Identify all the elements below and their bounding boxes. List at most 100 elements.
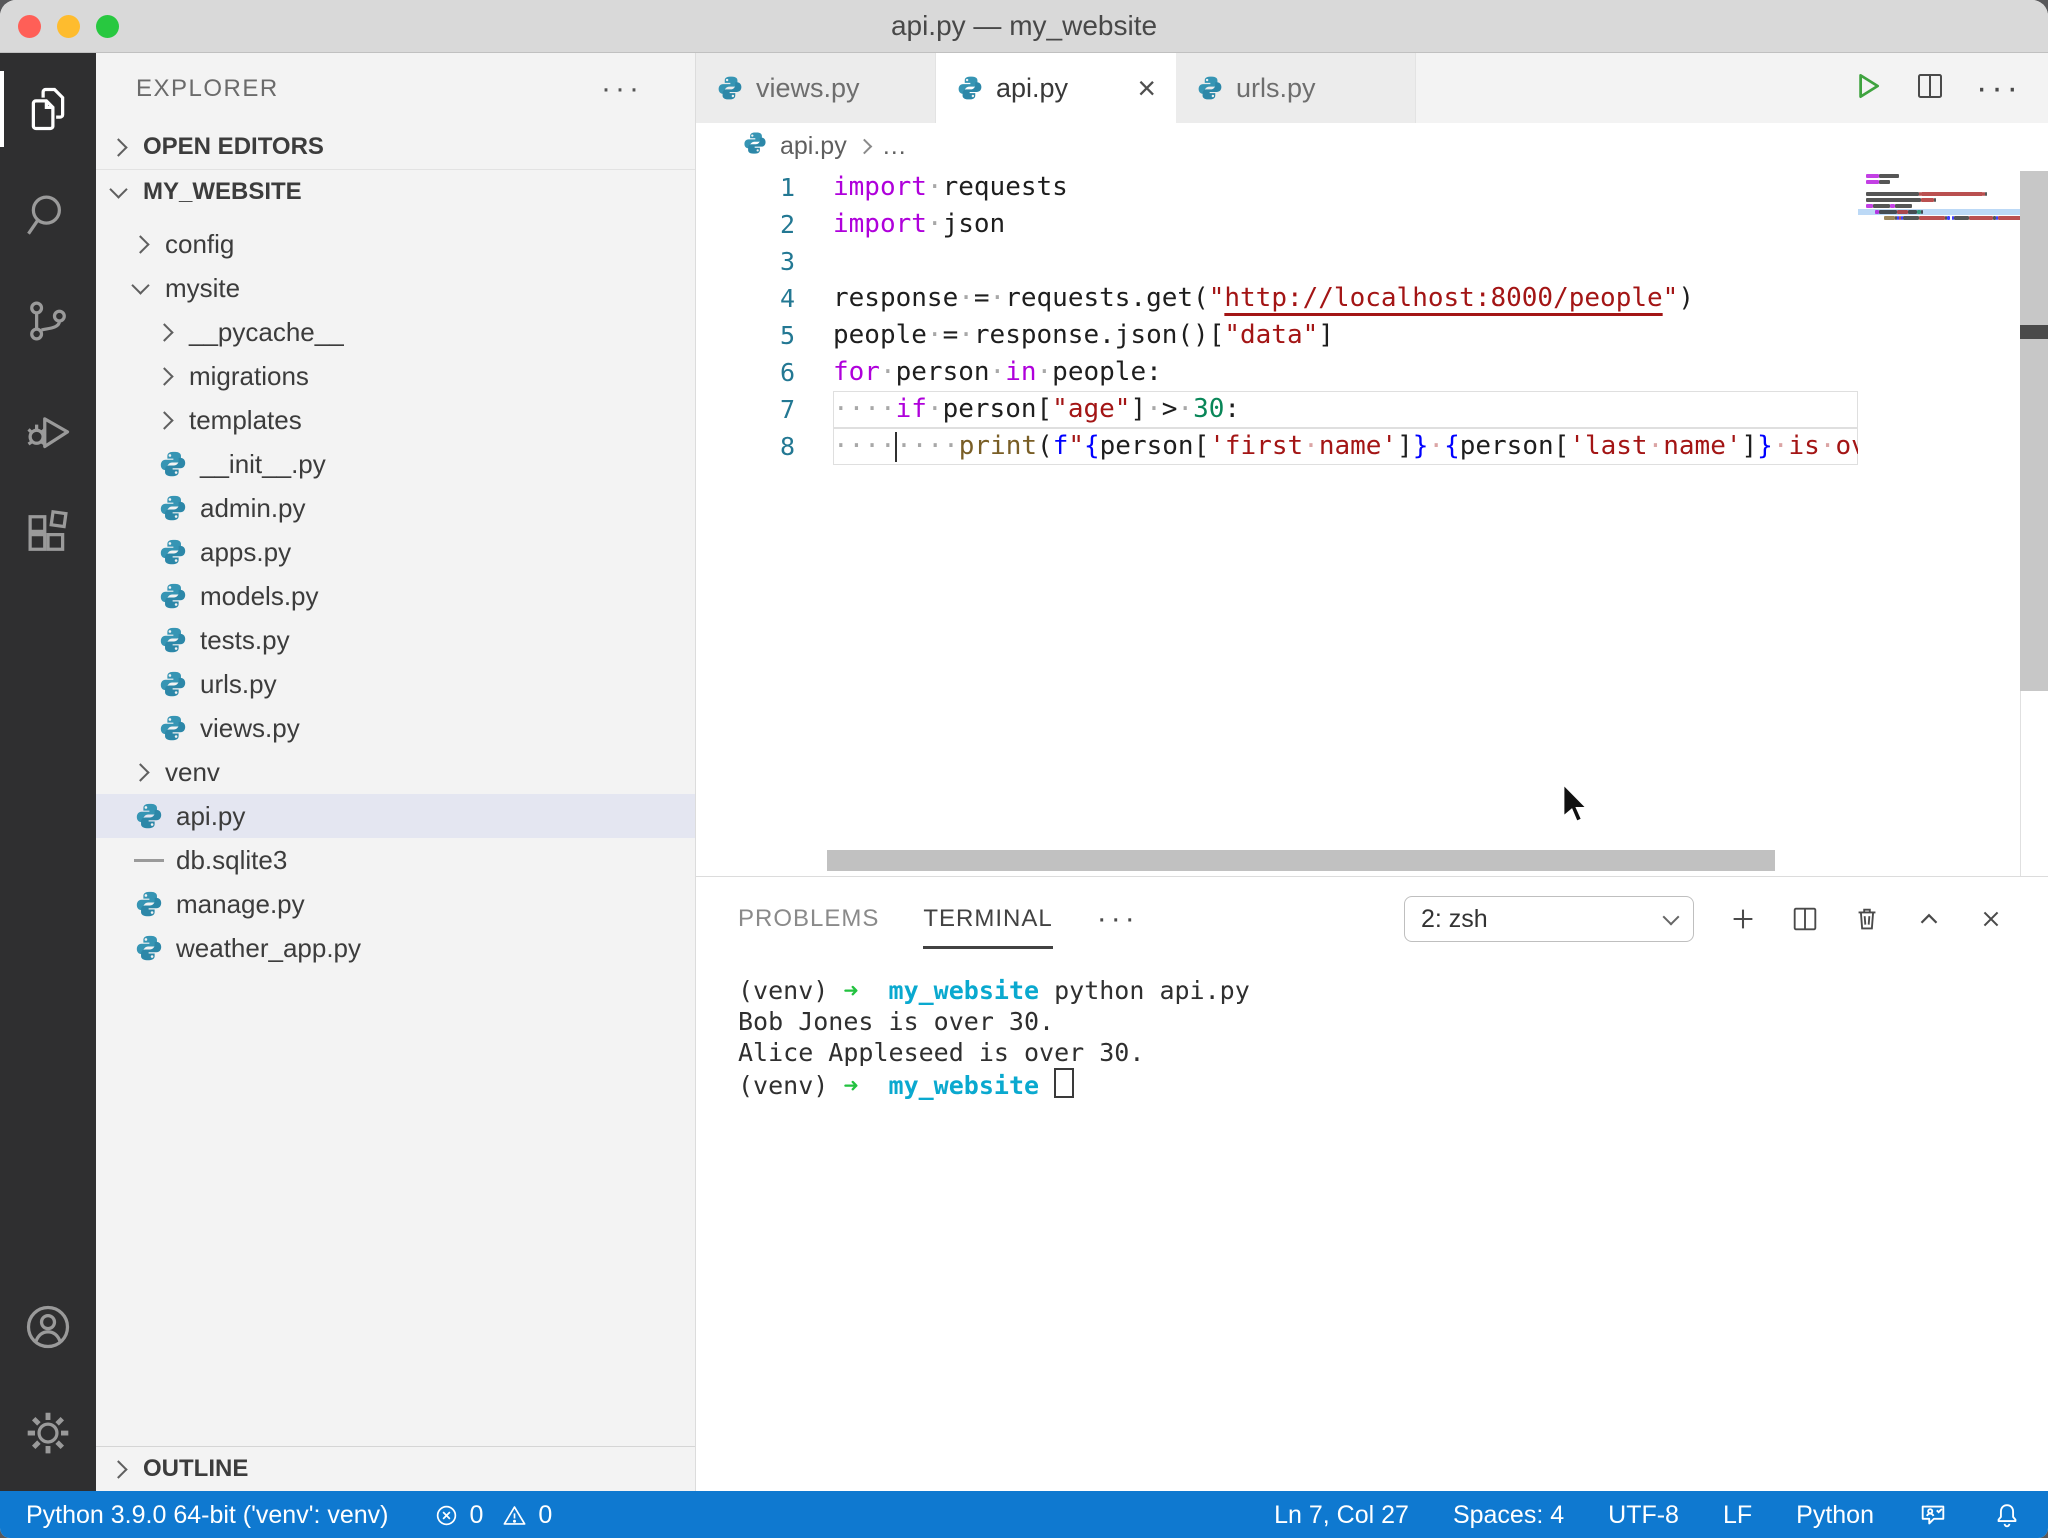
minimap[interactable] xyxy=(1858,169,2020,876)
code-line-7[interactable]: 7····if·person["age"]·>·30: xyxy=(696,391,1858,428)
python-icon xyxy=(134,801,164,831)
code-line-5[interactable]: 5people·=·response.json()["data"] xyxy=(696,317,1858,354)
close-tab-icon[interactable]: × xyxy=(1137,72,1156,104)
close-window-button[interactable] xyxy=(18,15,41,38)
code-editor[interactable]: 1import·requests2import·json34response·=… xyxy=(696,169,1858,876)
panel-more-icon[interactable]: ··· xyxy=(1097,902,1139,936)
open-editors-section[interactable]: OPEN EDITORS xyxy=(96,125,695,170)
split-terminal-icon[interactable] xyxy=(1790,904,1820,934)
code-line-6[interactable]: 6for·person·in·people: xyxy=(696,354,1858,391)
maximize-panel-icon[interactable] xyxy=(1914,904,1944,934)
terminal-output[interactable]: (venv) ➜ my_website python api.pyBob Jon… xyxy=(696,961,2048,1491)
python-interpreter-status[interactable]: Python 3.9.0 64-bit ('venv': venv) xyxy=(26,1501,389,1530)
tree-item-label: weather_app.py xyxy=(176,933,361,964)
explorer-actions-icon[interactable]: ··· xyxy=(601,72,643,106)
minimize-window-button[interactable] xyxy=(57,15,80,38)
code-line-text: people·=·response.json()["data"] xyxy=(833,317,1858,354)
chevron-right-icon xyxy=(155,323,173,341)
tree-item-db-sqlite3[interactable]: db.sqlite3 xyxy=(96,838,695,882)
tree-item-config[interactable]: config xyxy=(96,222,695,266)
account-icon[interactable] xyxy=(0,1279,96,1375)
horizontal-scrollbar[interactable] xyxy=(827,850,1775,871)
source-control-icon[interactable] xyxy=(0,273,96,369)
run-debug-icon[interactable] xyxy=(0,379,96,475)
python-file-icon xyxy=(134,889,164,919)
editor-body: 1import·requests2import·json34response·=… xyxy=(696,169,2048,876)
tab-terminal[interactable]: TERMINAL xyxy=(923,877,1052,961)
code-line-4[interactable]: 4response·=·requests.get("http://localho… xyxy=(696,280,1858,317)
tree-item-apps-py[interactable]: apps.py xyxy=(96,530,695,574)
maximize-window-button[interactable] xyxy=(96,15,119,38)
search-icon[interactable] xyxy=(0,167,96,263)
tree-item-label: templates xyxy=(189,405,302,436)
terminal-shell-select[interactable]: 2: zsh xyxy=(1404,896,1694,942)
python-icon xyxy=(742,130,768,156)
explorer-icon[interactable] xyxy=(0,61,96,157)
feedback-icon[interactable] xyxy=(1918,1500,1948,1530)
chevron-down-icon xyxy=(109,180,127,198)
sidebar-title: EXPLORER xyxy=(136,75,279,103)
window-title: api.py — my_website xyxy=(891,10,1157,42)
scrollbar-thumb[interactable] xyxy=(2020,325,2048,339)
indentation-status[interactable]: Spaces: 4 xyxy=(1453,1501,1564,1530)
tree-item-tests-py[interactable]: tests.py xyxy=(96,618,695,662)
editor-actions: ··· xyxy=(1850,53,2048,123)
line-number: 5 xyxy=(696,317,833,354)
bottom-panel: PROBLEMS TERMINAL ··· 2: zsh xyxy=(696,876,2048,1491)
tree-item-mysite[interactable]: mysite xyxy=(96,266,695,310)
python-file-icon xyxy=(742,130,768,163)
settings-icon[interactable] xyxy=(0,1385,96,1481)
tree-item-admin-py[interactable]: admin.py xyxy=(96,486,695,530)
scrollbar-track[interactable] xyxy=(2020,171,2048,691)
tree-item-templates[interactable]: templates xyxy=(96,398,695,442)
code-line-text: ········print(f"{person['first·name']}·{… xyxy=(833,428,1858,465)
tab-label: urls.py xyxy=(1236,73,1316,104)
code-line-3[interactable]: 3 xyxy=(696,243,1858,280)
tab-views-py[interactable]: views.py xyxy=(696,53,936,123)
tab-api-py[interactable]: api.py× xyxy=(936,53,1176,123)
workspace-root-section[interactable]: MY_WEBSITE xyxy=(96,170,695,214)
minimap-line xyxy=(1858,215,2020,221)
language-mode-status[interactable]: Python xyxy=(1796,1501,1874,1530)
close-panel-icon[interactable] xyxy=(1976,904,2006,934)
tree-item-views-py[interactable]: views.py xyxy=(96,706,695,750)
outline-section[interactable]: OUTLINE xyxy=(96,1446,695,1491)
tree-item-urls-py[interactable]: urls.py xyxy=(96,662,695,706)
line-number: 4 xyxy=(696,280,833,317)
vertical-scrollbar[interactable] xyxy=(2020,169,2048,876)
python-icon xyxy=(716,74,744,102)
editor-group: views.pyapi.py× urls.py ··· api.py … xyxy=(696,53,2048,1491)
cursor-position-status[interactable]: Ln 7, Col 27 xyxy=(1274,1501,1409,1530)
problems-status[interactable]: 0 0 xyxy=(433,1501,553,1530)
extensions-icon[interactable] xyxy=(0,485,96,581)
tree-item--pycache-[interactable]: __pycache__ xyxy=(96,310,695,354)
more-actions-icon[interactable]: ··· xyxy=(1976,69,2022,108)
tree-item-weather-app-py[interactable]: weather_app.py xyxy=(96,926,695,970)
line-number: 2 xyxy=(696,206,833,243)
new-terminal-icon[interactable] xyxy=(1728,904,1758,934)
code-line-text: import·requests xyxy=(833,169,1858,206)
python-icon xyxy=(158,449,188,479)
tree-item-manage-py[interactable]: manage.py xyxy=(96,882,695,926)
python-icon xyxy=(158,581,188,611)
chevron-down-icon xyxy=(1663,909,1680,926)
notifications-bell-icon[interactable] xyxy=(1992,1500,2022,1530)
kill-terminal-icon[interactable] xyxy=(1852,904,1882,934)
tab-problems[interactable]: PROBLEMS xyxy=(738,877,879,961)
split-editor-icon[interactable] xyxy=(1914,70,1946,107)
tree-item-migrations[interactable]: migrations xyxy=(96,354,695,398)
code-line-2[interactable]: 2import·json xyxy=(696,206,1858,243)
code-line-8[interactable]: 8········print(f"{person['first·name']}·… xyxy=(696,428,1858,465)
encoding-status[interactable]: UTF-8 xyxy=(1608,1501,1679,1530)
breadcrumb-symbols: … xyxy=(882,132,907,161)
breadcrumb[interactable]: api.py … xyxy=(696,123,2048,169)
code-line-1[interactable]: 1import·requests xyxy=(696,169,1858,206)
eol-status[interactable]: LF xyxy=(1723,1501,1752,1530)
tab-urls-py[interactable]: urls.py xyxy=(1176,53,1416,123)
tree-item-api-py[interactable]: api.py xyxy=(96,794,695,838)
tree-item--init-py[interactable]: __init__.py xyxy=(96,442,695,486)
terminal-shell-value: 2: zsh xyxy=(1421,905,1488,934)
tree-item-venv[interactable]: venv xyxy=(96,750,695,794)
tree-item-models-py[interactable]: models.py xyxy=(96,574,695,618)
run-python-file-button[interactable] xyxy=(1850,69,1884,108)
